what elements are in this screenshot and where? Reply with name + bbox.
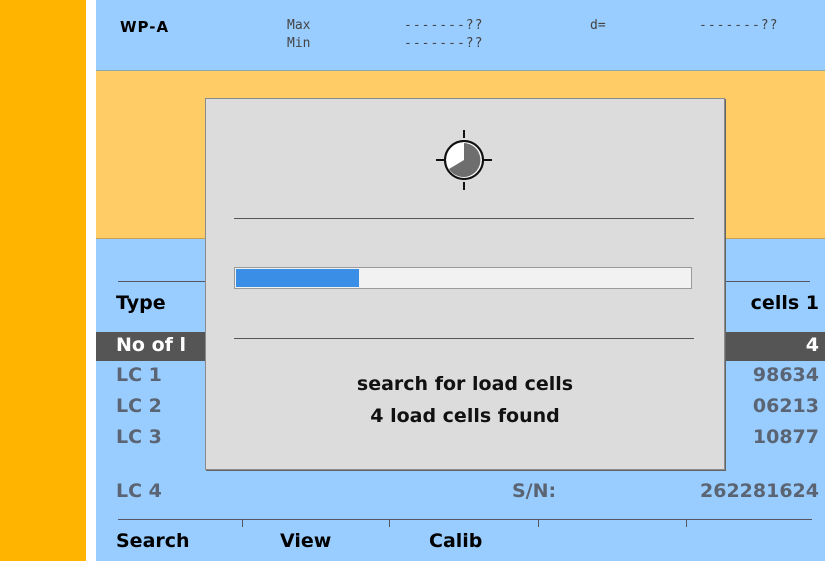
count-label: No of l (116, 334, 187, 356)
min-label: Min (287, 36, 311, 51)
softkey-tick (389, 519, 390, 527)
clock-icon (436, 130, 492, 190)
softkey-tick (242, 519, 243, 527)
lc-serial: 98634 (752, 364, 819, 386)
max-label: Max (287, 18, 311, 33)
lc-serial: 262281624 (700, 480, 819, 502)
list-top-rule-left (118, 281, 208, 282)
type-value: cells 1 (750, 292, 819, 314)
lc-label: LC 1 (116, 364, 162, 386)
min-value: -------?? (404, 36, 484, 51)
softkey-5[interactable] (687, 519, 812, 561)
progress-fill (236, 269, 359, 287)
d-value: -------?? (699, 18, 779, 33)
lc-serial: 06213 (752, 395, 819, 417)
list-item[interactable]: LC 4 S/N: 262281624 (96, 478, 825, 507)
search-softkey[interactable]: Search (116, 519, 242, 561)
serial-number-label: S/N: (512, 480, 557, 502)
calib-softkey[interactable]: Calib (429, 519, 537, 561)
type-label: Type (116, 292, 166, 314)
left-accent-bar (0, 0, 86, 561)
dialog-divider (234, 338, 694, 339)
program-title: WP-A (120, 18, 170, 36)
list-top-rule-right (718, 281, 810, 282)
search-progress-bar (234, 267, 692, 289)
view-softkey[interactable]: View (280, 519, 388, 561)
lc-label: LC 2 (116, 395, 162, 417)
softkey-bar: Search View Calib (96, 519, 825, 561)
header: WP-A Max -------?? Min -------?? d= ----… (96, 0, 825, 71)
status-line-2: 4 load cells found (370, 405, 560, 427)
count-value: 4 (805, 334, 819, 356)
status-line-1: search for load cells (356, 373, 574, 395)
lc-label: LC 4 (116, 480, 162, 502)
d-label: d= (590, 18, 606, 33)
search-progress-dialog: search for load cells 4 load cells found (205, 98, 725, 470)
softkey-4[interactable] (539, 519, 685, 561)
max-value: -------?? (404, 18, 484, 33)
lc-label: LC 3 (116, 426, 162, 448)
dialog-divider (234, 218, 694, 219)
lc-serial: 10877 (752, 426, 819, 448)
